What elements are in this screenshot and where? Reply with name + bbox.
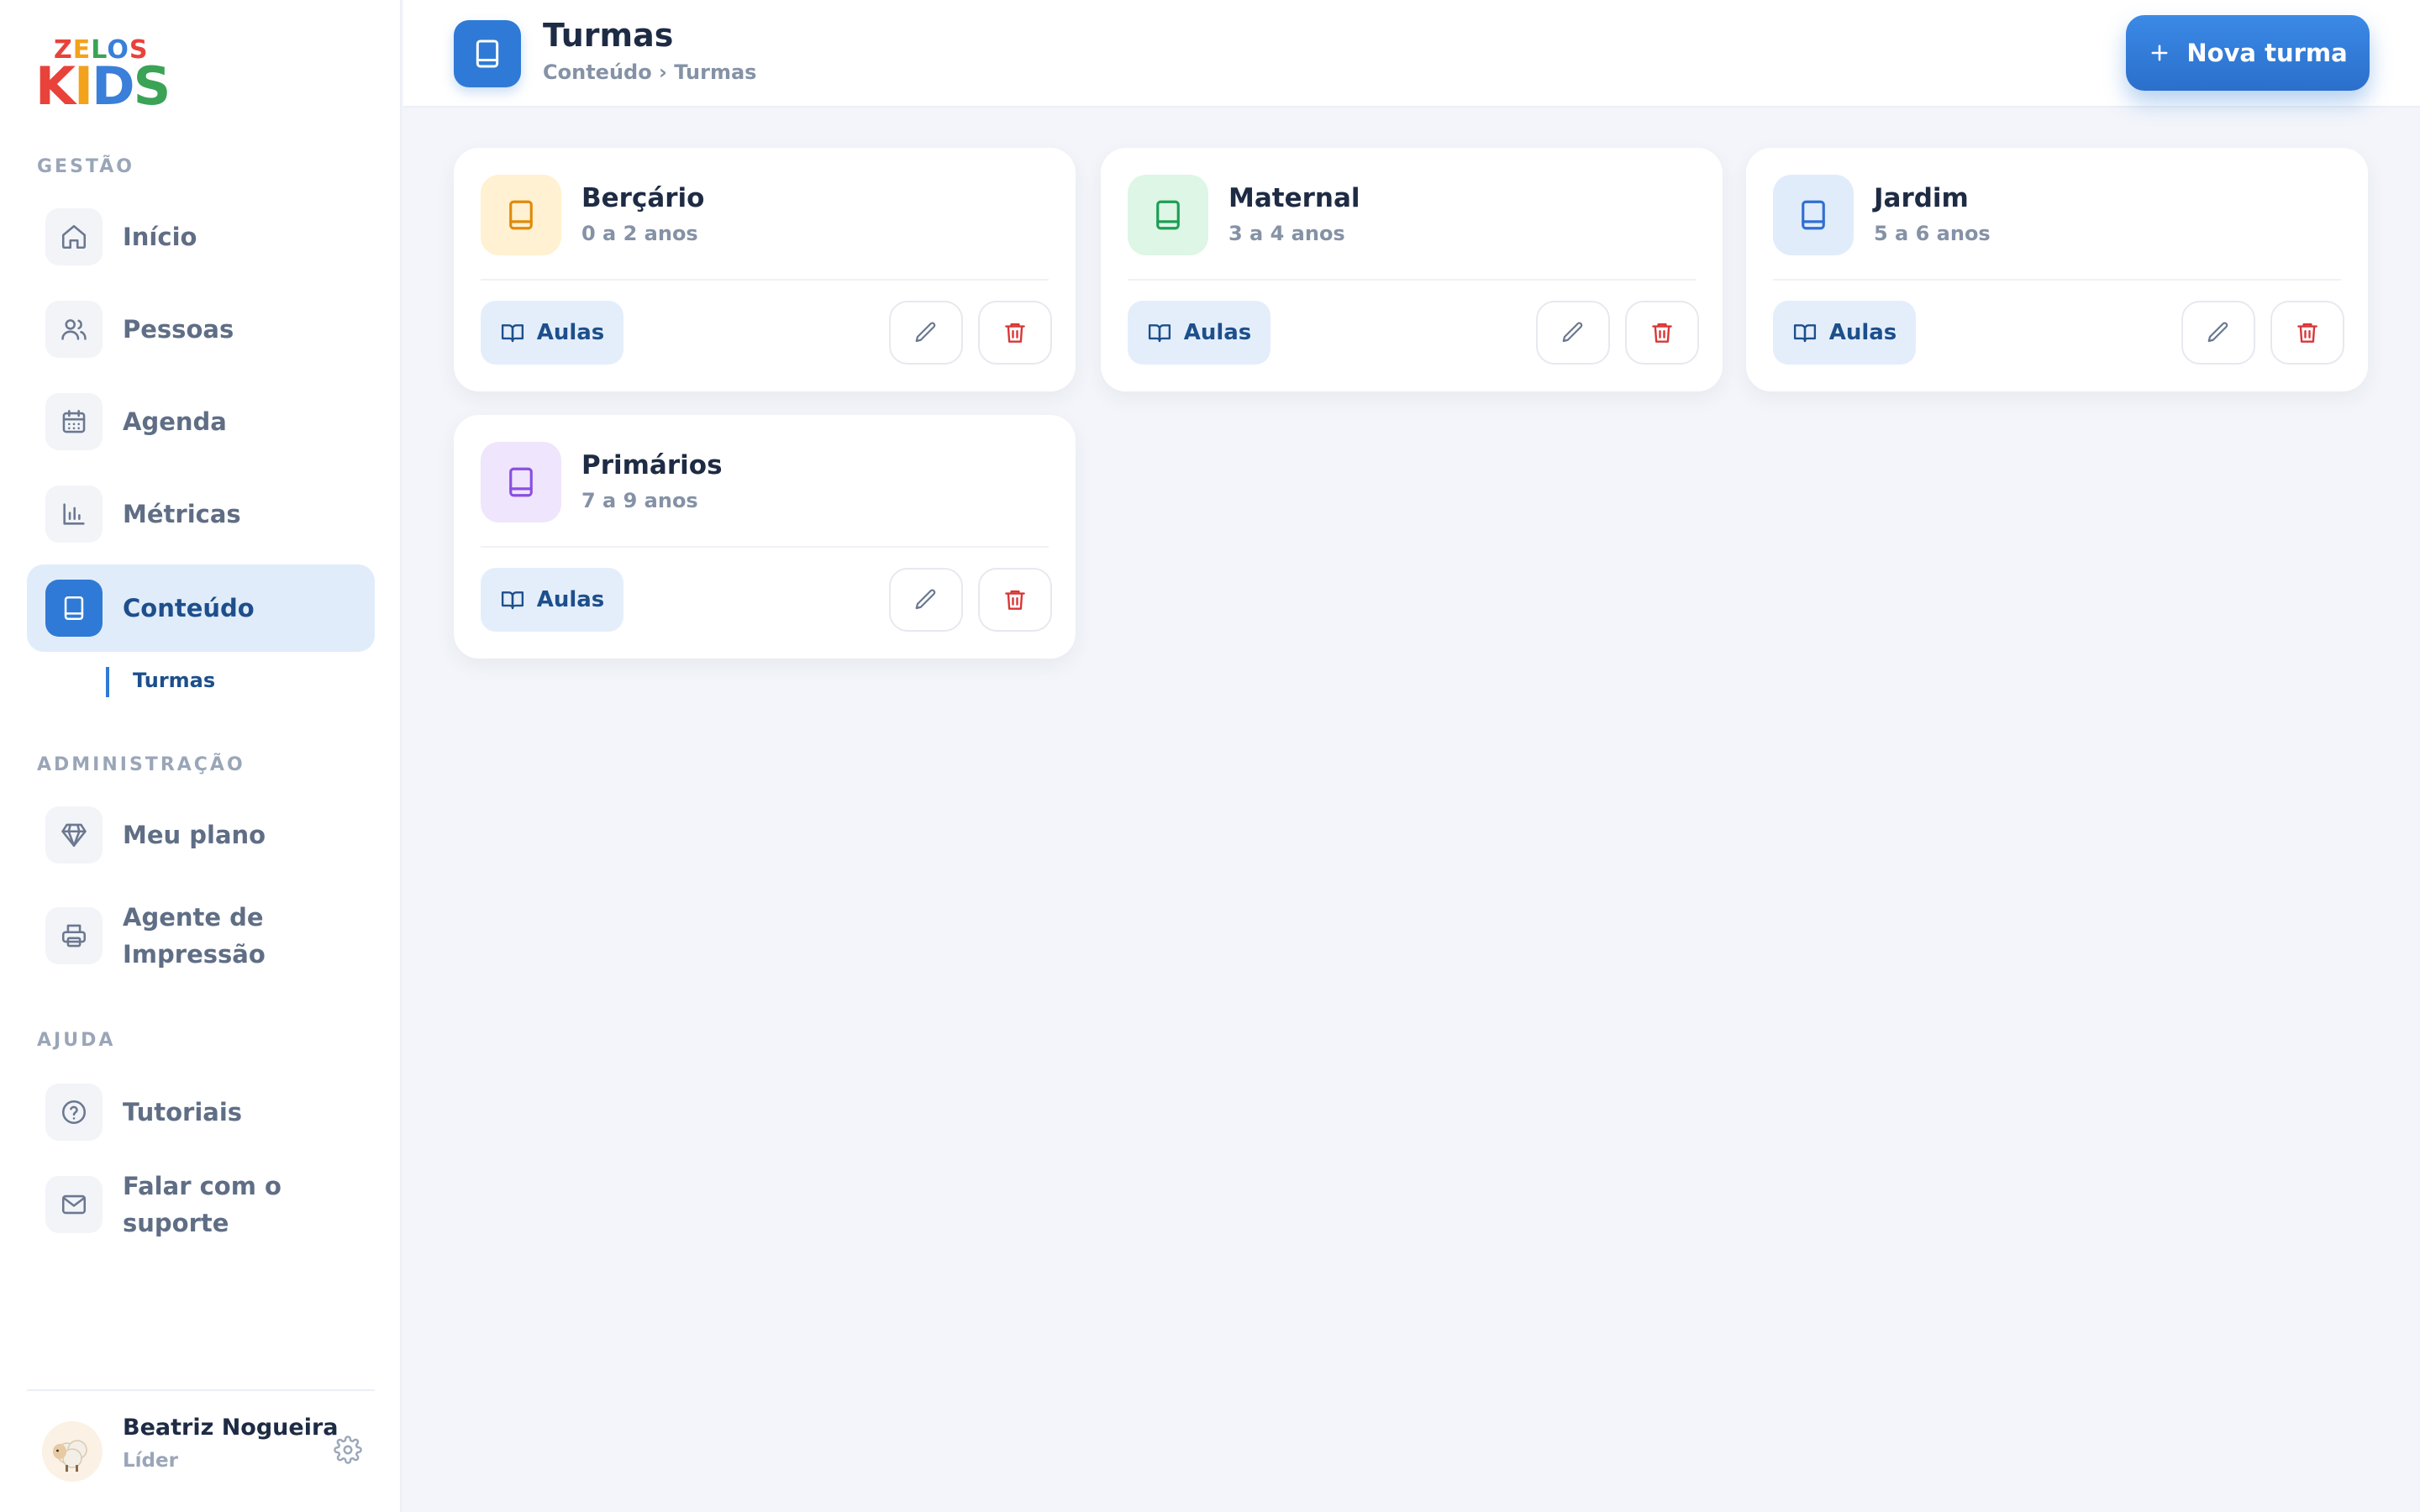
trash-icon <box>2297 323 2317 343</box>
sidebar-item-label: Meu plano <box>123 821 266 849</box>
delete-button[interactable] <box>2270 301 2344 365</box>
new-class-button[interactable]: Nova turma <box>2126 15 2370 91</box>
book-icon <box>45 580 103 637</box>
book-icon <box>481 175 561 255</box>
sidebar-item-conteudo[interactable]: Conteúdo <box>27 564 375 652</box>
delete-button[interactable] <box>1625 301 1699 365</box>
delete-button[interactable] <box>978 568 1052 632</box>
section-label-gestao: GESTÃO <box>37 156 134 177</box>
lessons-button[interactable]: Aulas <box>1773 301 1916 365</box>
users-icon <box>45 301 103 358</box>
sidebar-item-metricas[interactable]: Métricas <box>27 470 375 558</box>
sheep-avatar-icon <box>53 1440 87 1472</box>
trash-icon <box>1005 590 1025 610</box>
lessons-label: Aulas <box>1828 320 1897 345</box>
class-name: Primários <box>581 450 723 480</box>
lessons-button[interactable]: Aulas <box>1128 301 1270 365</box>
open-book-icon <box>501 324 523 343</box>
trash-icon <box>1652 323 1672 343</box>
page-title: Turmas <box>543 17 674 54</box>
lessons-label: Aulas <box>1183 320 1252 345</box>
bar-chart-icon <box>45 486 103 543</box>
home-icon <box>45 208 103 265</box>
diamond-icon <box>45 806 103 864</box>
sidebar-item-label: Tutoriais <box>123 1098 243 1126</box>
sidebar: ZELOS KIDS GESTÃO Início Pessoas Agenda … <box>0 0 402 1512</box>
sidebar-item-label: Início <box>123 223 197 251</box>
book-icon <box>481 442 561 522</box>
class-age-range: 5 a 6 anos <box>1874 222 1991 245</box>
user-role: Líder <box>123 1450 178 1472</box>
breadcrumb: Conteúdo › Turmas <box>543 60 757 84</box>
class-card: Primários 7 a 9 anos Aulas <box>454 415 1076 659</box>
pencil-icon <box>915 322 936 343</box>
class-name: Maternal <box>1228 183 1360 213</box>
book-icon <box>1128 175 1208 255</box>
top-header: Turmas Conteúdo › Turmas Nova turma <box>403 0 2420 108</box>
edit-button[interactable] <box>889 301 963 365</box>
sidebar-subitem-turmas[interactable]: Turmas <box>106 667 358 697</box>
sidebar-item-tutoriais[interactable]: Tutoriais <box>27 1068 375 1156</box>
card-divider <box>481 546 1049 548</box>
card-divider <box>1773 279 2341 281</box>
class-age-range: 0 a 2 anos <box>581 222 698 245</box>
sidebar-item-label: Conteúdo <box>123 594 255 622</box>
brand-logo-bottom: KIDS <box>35 55 171 117</box>
new-class-label: Nova turma <box>2186 39 2348 67</box>
sidebar-item-label: Métricas <box>123 500 241 528</box>
lessons-label: Aulas <box>536 320 605 345</box>
section-label-administracao: ADMINISTRAÇÃO <box>37 754 245 775</box>
sidebar-item-label: Agente de Impressão <box>123 903 266 969</box>
pencil-icon <box>2207 322 2228 343</box>
edit-button[interactable] <box>2181 301 2255 365</box>
class-card: Berçário 0 a 2 anos Aulas <box>454 148 1076 391</box>
class-name: Jardim <box>1874 183 1969 213</box>
class-age-range: 3 a 4 anos <box>1228 222 1345 245</box>
avatar <box>42 1421 103 1482</box>
pencil-icon <box>1562 322 1583 343</box>
sidebar-item-meu-plano[interactable]: Meu plano <box>27 791 375 879</box>
sidebar-item-agenda[interactable]: Agenda <box>27 378 375 465</box>
sidebar-item-label: Agenda <box>123 407 227 436</box>
section-label-ajuda: AJUDA <box>37 1030 116 1051</box>
delete-button[interactable] <box>978 301 1052 365</box>
plus-icon <box>2151 45 2168 61</box>
book-icon <box>1773 175 1854 255</box>
sidebar-item-pessoas[interactable]: Pessoas <box>27 286 375 373</box>
open-book-icon <box>501 591 523 610</box>
book-icon <box>454 20 521 87</box>
lessons-button[interactable]: Aulas <box>481 301 623 365</box>
card-divider <box>1128 279 1696 281</box>
sidebar-item-label: Falar com o suporte <box>123 1172 281 1237</box>
trash-icon <box>1005 323 1025 343</box>
sidebar-item-suporte[interactable]: Falar com o suporte <box>27 1161 375 1248</box>
sidebar-item-agente-impressao[interactable]: Agente de Impressão <box>27 884 375 988</box>
printer-icon <box>45 907 103 964</box>
sidebar-item-inicio[interactable]: Início <box>27 193 375 281</box>
user-profile[interactable]: Beatriz Nogueira Líder <box>27 1389 375 1497</box>
card-divider <box>481 279 1049 281</box>
edit-button[interactable] <box>1536 301 1610 365</box>
user-name: Beatriz Nogueira <box>123 1415 339 1441</box>
edit-button[interactable] <box>889 568 963 632</box>
gear-icon[interactable] <box>328 1430 368 1470</box>
help-circle-icon <box>45 1084 103 1141</box>
open-book-icon <box>1793 324 1816 343</box>
open-book-icon <box>1148 324 1171 343</box>
lessons-button[interactable]: Aulas <box>481 568 623 632</box>
class-card: Maternal 3 a 4 anos Aulas <box>1101 148 1723 391</box>
class-name: Berçário <box>581 183 705 213</box>
calendar-icon <box>45 393 103 450</box>
brand-logo[interactable]: ZELOS KIDS <box>35 35 171 114</box>
class-age-range: 7 a 9 anos <box>581 489 698 512</box>
lessons-label: Aulas <box>536 587 605 612</box>
sidebar-item-label: Pessoas <box>123 315 234 344</box>
class-card: Jardim 5 a 6 anos Aulas <box>1746 148 2368 391</box>
mail-icon <box>45 1176 103 1233</box>
sidebar-subitem-label: Turmas <box>133 669 216 692</box>
pencil-icon <box>915 589 936 610</box>
